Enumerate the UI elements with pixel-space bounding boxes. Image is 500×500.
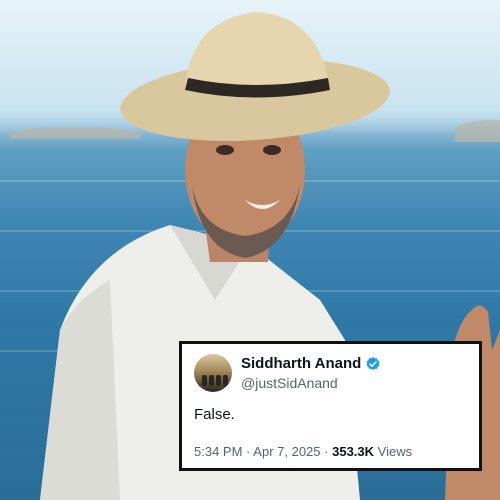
tweet-date[interactable]: Apr 7, 2025 (253, 444, 320, 459)
tweet-card: Siddharth Anand @justSidAnand False. 5:3… (179, 341, 482, 471)
verified-badge-icon (366, 356, 380, 371)
avatar[interactable] (194, 354, 232, 392)
tweet-header: Siddharth Anand @justSidAnand (194, 354, 467, 392)
separator: · (246, 444, 251, 459)
tweet-meta: 5:34 PM · Apr 7, 2025 · 353.3K Views (194, 444, 467, 459)
author-info: Siddharth Anand @justSidAnand (241, 355, 381, 391)
tweet-time[interactable]: 5:34 PM (194, 444, 242, 459)
photo-background: Siddharth Anand @justSidAnand False. 5:3… (0, 0, 500, 500)
handle[interactable]: @justSidAnand (241, 375, 381, 391)
separator: · (324, 444, 329, 459)
display-name[interactable]: Siddharth Anand (241, 355, 361, 372)
views-count: 353.3K (332, 444, 375, 459)
views-label: Views (377, 444, 413, 459)
name-row: Siddharth Anand (241, 355, 381, 372)
tweet-text: False. (194, 406, 235, 423)
